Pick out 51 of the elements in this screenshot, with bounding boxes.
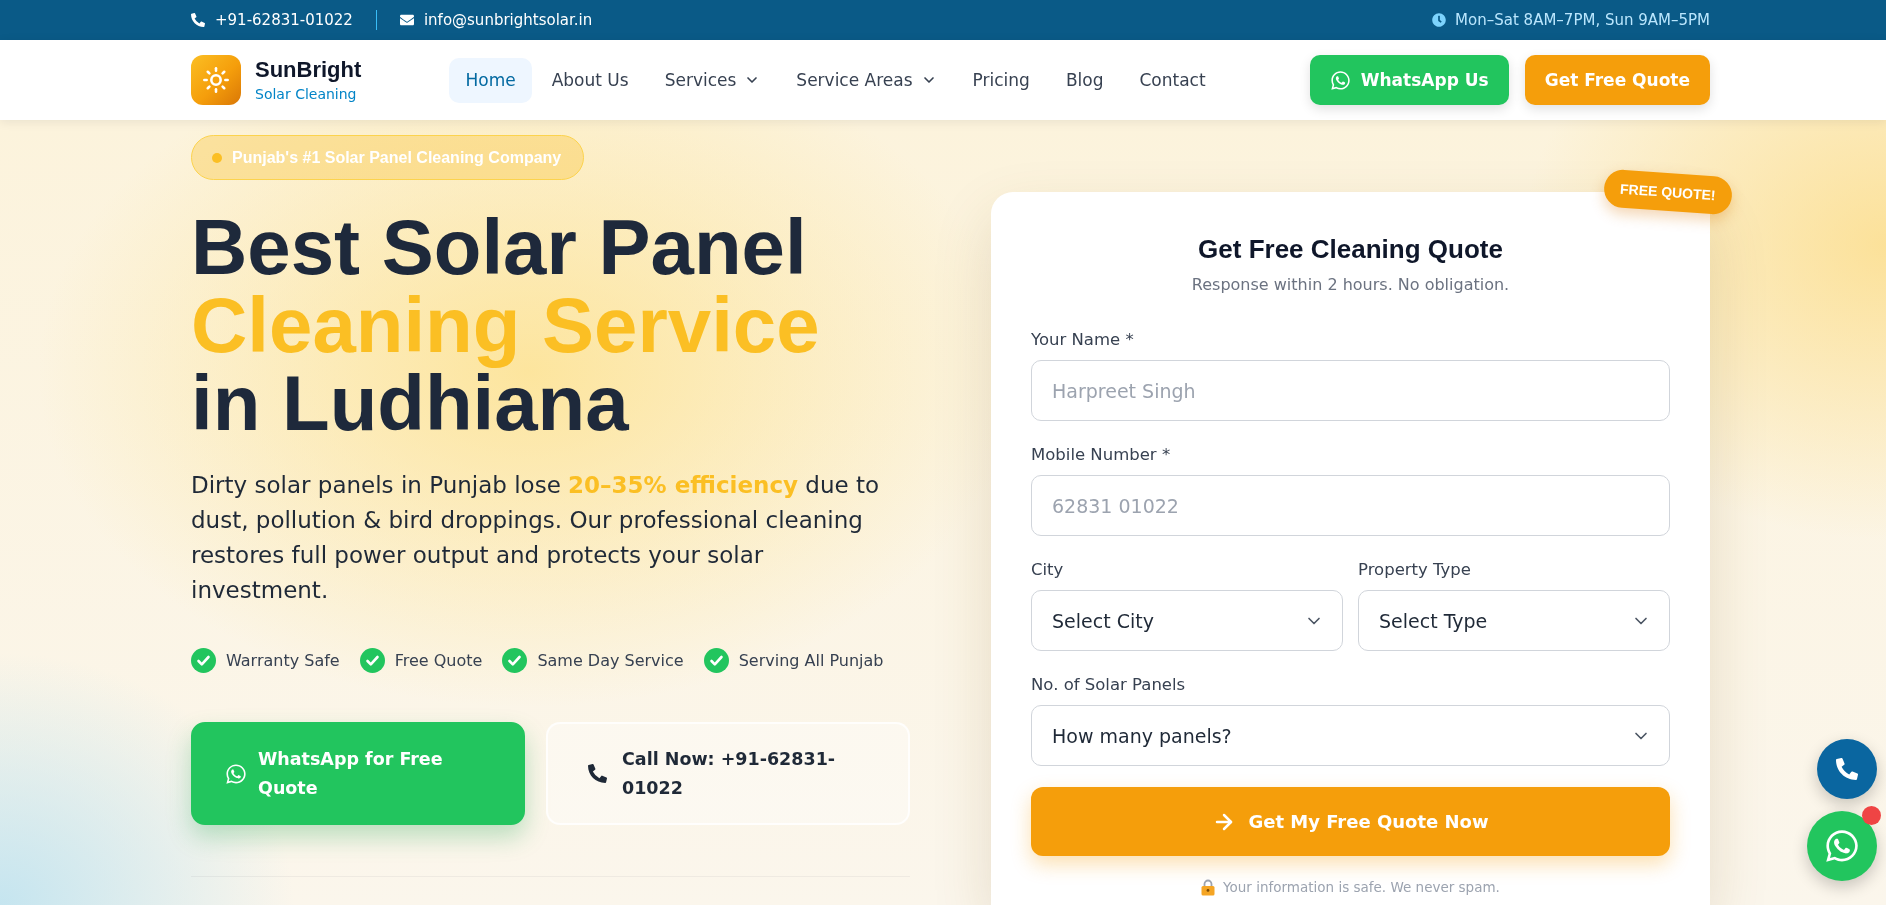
check-circle-icon [359, 648, 385, 673]
whatsapp-icon [225, 762, 247, 785]
feature-label: Free Quote [394, 651, 483, 670]
clock-icon [1432, 13, 1447, 27]
nav-link[interactable]: About Us [535, 57, 645, 103]
sun-icon [191, 55, 241, 105]
field-label: City [1031, 559, 1064, 581]
mail-icon [399, 13, 414, 27]
email-link[interactable]: info@sunbrightsolar.in [399, 11, 593, 29]
field-label: Property Type [1358, 559, 1471, 581]
nav-link[interactable]: Blog [1049, 57, 1120, 103]
form-title: Get Free Cleaning Quote [1197, 233, 1504, 265]
input-field[interactable]: Harpreet Singh [1031, 360, 1670, 421]
select-field[interactable]: How many panels? [1031, 705, 1670, 766]
feature-label: Same Day Service [537, 651, 684, 670]
offer-tag: FREE QUOTE! [1603, 168, 1734, 216]
field-label: Your Name * [1031, 329, 1134, 351]
input-field[interactable]: 62831 01022 [1031, 475, 1670, 536]
check-circle-icon [502, 648, 528, 673]
opening-hours: Mon–Sat 8AM–7PM, Sun 9AM–5PM [1455, 11, 1710, 29]
nav-link[interactable]: Pricing [956, 57, 1046, 103]
select-field[interactable]: Select City [1031, 590, 1343, 651]
brand-tagline: Solar Cleaning [255, 85, 358, 103]
whatsapp-icon [1824, 828, 1860, 864]
feature-label: Serving All Punjab [738, 651, 884, 670]
form-subtitle: Response within 2 hours. No obligation. [1190, 274, 1511, 296]
phone-icon [191, 13, 205, 27]
phone-icon [588, 764, 607, 783]
lock-icon [1201, 878, 1216, 896]
field-label: No. of Solar Panels [1031, 674, 1186, 696]
phone-icon [1836, 758, 1858, 780]
headline-line: Best Solar Panel [191, 208, 808, 286]
select-field[interactable]: Select Type [1358, 590, 1670, 651]
nav-link[interactable]: Home [449, 57, 532, 103]
whatsapp-icon [1329, 69, 1351, 91]
nav-link[interactable]: Services [648, 57, 777, 103]
hero-description: Dirty solar panels in Punjab lose 20–35% efficiency due to dust, pollution & bird droppings. Our professional cleaning restores full power output and protects your solar investment. [191, 471, 881, 605]
field-label: Mobile Number * [1031, 444, 1171, 466]
nav-link[interactable]: Service Areas [780, 57, 953, 103]
check-circle-icon [703, 648, 729, 673]
feature-label: Warranty Safe [226, 651, 340, 670]
phone-link[interactable]: +91-62831-01022 [191, 11, 353, 29]
whatsapp-button[interactable] [1807, 811, 1877, 881]
check-circle-icon [191, 648, 216, 673]
call-button[interactable] [1817, 739, 1877, 799]
company-tagline: Punjab's #1 Solar Panel Cleaning Company [232, 148, 562, 167]
call-button[interactable]: Call Now: +91-62831-01022 [546, 722, 910, 825]
nav-link[interactable]: Contact [1123, 57, 1222, 103]
privacy-note: Your information is safe. We never spam. [1223, 878, 1500, 896]
brand-name: SunBright [255, 57, 362, 83]
dot-icon [212, 152, 222, 163]
